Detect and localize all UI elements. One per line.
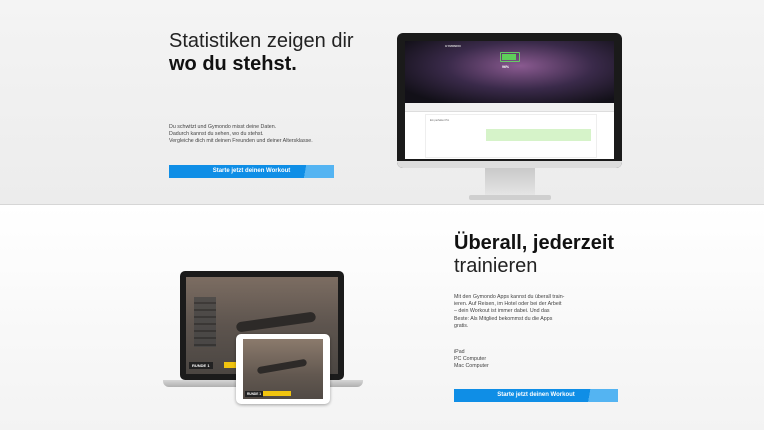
- ipad-body: RUNDE 1: [236, 334, 330, 404]
- anywhere-body-line1: Mit den Gymondo Apps kannst du überall t…: [454, 294, 565, 300]
- imac-tab-strip: [405, 103, 614, 112]
- anywhere-section: [0, 205, 764, 430]
- imac-chart: Ein perfekter Pin: [425, 114, 597, 158]
- anywhere-body-line5: gratis.: [454, 322, 469, 329]
- battery-icon: [500, 52, 520, 62]
- anywhere-title-line1: Überall, jederzeit: [454, 232, 615, 254]
- round-label: RUNDE 1: [245, 391, 263, 397]
- anywhere-body-line2: ieren. Auf Reisen, im Hotel oder bei der…: [454, 301, 562, 308]
- ipad-screen: RUNDE 1: [243, 339, 323, 399]
- battery-percent: 96%: [502, 65, 510, 69]
- ipad-device: RUNDE 1: [236, 334, 330, 404]
- imac-frame: GYMONDO 96% Ein perfekter Pin: [397, 33, 622, 168]
- imac-base: [469, 195, 551, 200]
- device-list-item: iPad: [454, 349, 465, 355]
- stats-body-line3: Vergleiche dich mit deinen Freunden und …: [169, 138, 313, 145]
- workout-figure: [235, 311, 317, 333]
- imac-chart-band: [486, 129, 591, 141]
- start-workout-button[interactable]: Starte jetzt deinen Workout: [454, 389, 618, 402]
- imac-chart-title: Ein perfekter Pin: [430, 119, 450, 122]
- imac-device: GYMONDO 96% Ein perfekter Pin: [397, 33, 622, 201]
- anywhere-body-line3: – dein Workout ist immer dabei. Und das: [454, 308, 550, 315]
- imac-hero-area: GYMONDO 96%: [405, 41, 614, 103]
- start-workout-button[interactable]: Starte jetzt deinen Workout: [169, 165, 334, 178]
- device-list-item: PC Computer: [454, 356, 487, 363]
- imac-screen: GYMONDO 96% Ein perfekter Pin: [405, 41, 614, 159]
- stats-body-text: Du schwitzt und Gymondo misst deine Date…: [169, 124, 379, 146]
- stats-section: Statistiken zeigen dir wo du stehst. Du …: [0, 0, 764, 204]
- anywhere-body-text: Mit den Gymondo Apps kannst du überall t…: [454, 294, 584, 330]
- round-progress-bar: [263, 391, 291, 396]
- anywhere-title-line2: trainieren: [454, 255, 538, 277]
- imac-chin: [397, 161, 622, 168]
- stats-title-line1: Statistiken zeigen dir: [169, 30, 354, 52]
- stats-title-line2: wo du stehst.: [169, 53, 297, 75]
- anywhere-body-line4: Beste: Als Mitglied bekommst du die Apps: [454, 315, 553, 322]
- imac-stand: [485, 168, 535, 196]
- device-list-item: Mac Computer: [454, 363, 489, 370]
- gymondo-logo: GYMONDO: [445, 44, 461, 48]
- workout-figure: [256, 358, 308, 375]
- round-label: RUNDE 1: [189, 362, 213, 369]
- stats-body-line1: Du schwitzt und Gymondo misst deine Date…: [169, 124, 277, 130]
- screen-keypad-graphic: [194, 297, 216, 347]
- device-list: iPad PC Computer Mac Computer: [454, 349, 584, 371]
- stats-body-line2: Dadurch kannst du sehen, wo du stehst.: [169, 131, 264, 138]
